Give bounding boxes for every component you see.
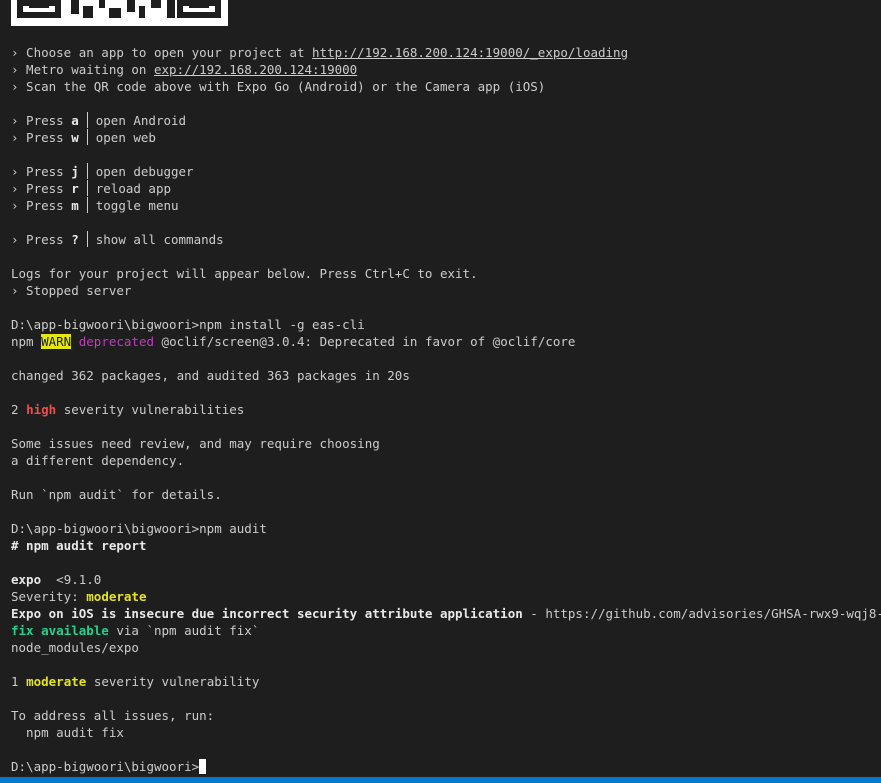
review-line: Some issues need review, and may require… bbox=[11, 436, 380, 451]
changed-packages-line: changed 362 packages, and audited 363 pa… bbox=[11, 368, 410, 383]
vulnerability-summary-line: 2 high severity vulnerabilities bbox=[11, 402, 245, 417]
prompt: D:\app-bigwoori\bigwoori> bbox=[11, 521, 200, 536]
command-line: D:\app-bigwoori\bigwoori>npm audit bbox=[11, 520, 881, 537]
choose-app-line: › Choose an app to open your project at … bbox=[11, 45, 629, 60]
shortcut-line: › Press w open web bbox=[11, 129, 156, 145]
prompt-line[interactable]: D:\app-bigwoori\bigwoori> bbox=[11, 758, 881, 775]
audit-report-header: # npm audit report bbox=[11, 538, 147, 553]
shortcut-group-2: › Press j open debugger › Press r reload a… bbox=[11, 163, 881, 214]
shortcut-line: › Press m toggle menu bbox=[11, 197, 179, 213]
command-text: npm audit bbox=[199, 521, 267, 536]
address-issues-line: To address all issues, run: bbox=[11, 708, 215, 723]
fix-available-line: fix available via `npm audit fix` bbox=[11, 623, 260, 638]
shortcut-group-1: › Press a open Android › Press w open web bbox=[11, 112, 881, 146]
scan-line: › Scan the QR code above with Expo Go (A… bbox=[11, 79, 546, 94]
logs-info-line: Logs for your project will appear below.… bbox=[11, 266, 478, 281]
terminal-output[interactable]: › Choose an app to open your project at … bbox=[11, 44, 881, 775]
text-cursor bbox=[199, 759, 207, 774]
shortcut-line: › Press j open debugger bbox=[11, 163, 194, 179]
prompt: D:\app-bigwoori\bigwoori> bbox=[11, 759, 200, 774]
metro-line: › Metro waiting on exp://192.168.200.124… bbox=[11, 62, 358, 77]
shortcut-line: › Press a open Android bbox=[11, 112, 187, 128]
package-line: expo <9.1.0 bbox=[11, 572, 102, 587]
run-audit-line: Run `npm audit` for details. bbox=[11, 487, 222, 502]
npm-warn-line: npm WARN deprecated @oclif/screen@3.0.4:… bbox=[11, 334, 576, 349]
qr-code-image bbox=[11, 0, 228, 26]
vulnerability-summary-line: 1 moderate severity vulnerability bbox=[11, 674, 260, 689]
warn-badge: WARN bbox=[41, 334, 72, 349]
advisory-line: Expo on iOS is insecure due incorrect se… bbox=[11, 605, 881, 622]
command-line: D:\app-bigwoori\bigwoori>npm install -g … bbox=[11, 316, 881, 333]
command-text: npm install -g eas-cli bbox=[199, 317, 365, 332]
review-line: a different dependency. bbox=[11, 453, 185, 468]
stopped-server-line: › Stopped server bbox=[11, 283, 132, 298]
fix-command-line: npm audit fix bbox=[11, 725, 124, 740]
shortcut-line: › Press r reload app bbox=[11, 180, 172, 196]
advisory-link[interactable]: https://github.com/advisories/GHSA-rwx9-… bbox=[545, 606, 881, 621]
severity-line: Severity: moderate bbox=[11, 589, 147, 604]
prompt: D:\app-bigwoori\bigwoori> bbox=[11, 317, 200, 332]
metro-url-link[interactable]: exp://192.168.200.124:19000 bbox=[154, 62, 357, 77]
shortcut-line: › Press ? show all commands bbox=[11, 231, 224, 247]
loading-url-link[interactable]: http://192.168.200.124:19000/_expo/loadi… bbox=[312, 45, 628, 60]
node-path-line: node_modules/expo bbox=[11, 640, 139, 655]
status-bar bbox=[0, 777, 881, 783]
